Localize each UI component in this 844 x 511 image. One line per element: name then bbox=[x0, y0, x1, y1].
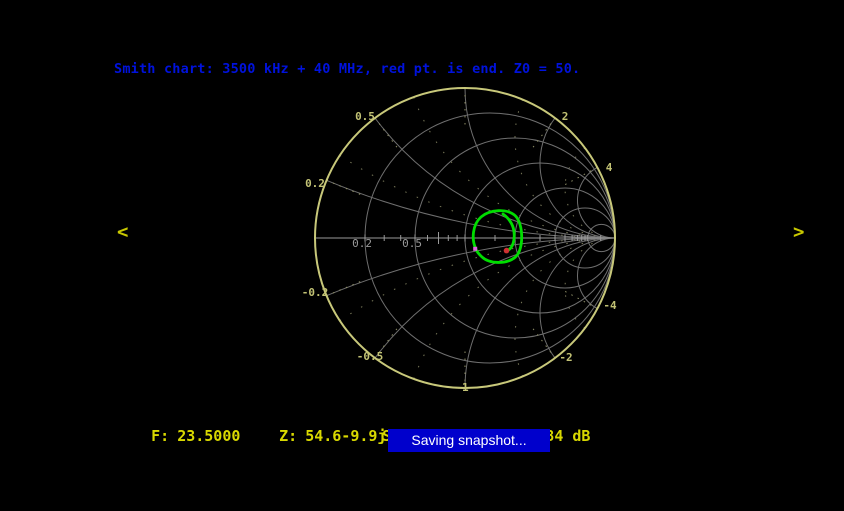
reactance-label-0p5: 0.5 bbox=[355, 110, 375, 123]
reactance-label-neg0p2: -0.2 bbox=[302, 286, 329, 299]
reactance-label-neg1: -1 bbox=[455, 381, 469, 394]
app-screen: Smith chart: 3500 kHz + 40 MHz, red pt. … bbox=[0, 0, 844, 511]
saving-snapshot-toast: Saving snapshot... bbox=[388, 429, 550, 452]
frequency-label: F: bbox=[151, 427, 169, 445]
frequency-value: 23.5000 bbox=[177, 427, 240, 445]
impedance-label: Z: bbox=[279, 427, 297, 445]
trace-end-point bbox=[504, 248, 510, 254]
cursor-marker[interactable] bbox=[473, 247, 477, 251]
reactance-label-neg0p5: -0.5 bbox=[357, 350, 384, 363]
reactance-label-4: 4 bbox=[606, 161, 613, 174]
measurement-trace bbox=[473, 211, 521, 263]
resistance-label-0p5: 0.5 bbox=[402, 237, 422, 250]
reactance-label-2: 2 bbox=[562, 110, 569, 123]
frequency-readout: F: 23.5000 bbox=[115, 409, 240, 463]
resistance-label-0p2: 0.2 bbox=[352, 237, 372, 250]
reactance-label-neg4: -4 bbox=[603, 299, 617, 312]
reactance-label-0p2: 0.2 bbox=[305, 177, 325, 190]
reactance-label-neg2: -2 bbox=[559, 351, 572, 364]
